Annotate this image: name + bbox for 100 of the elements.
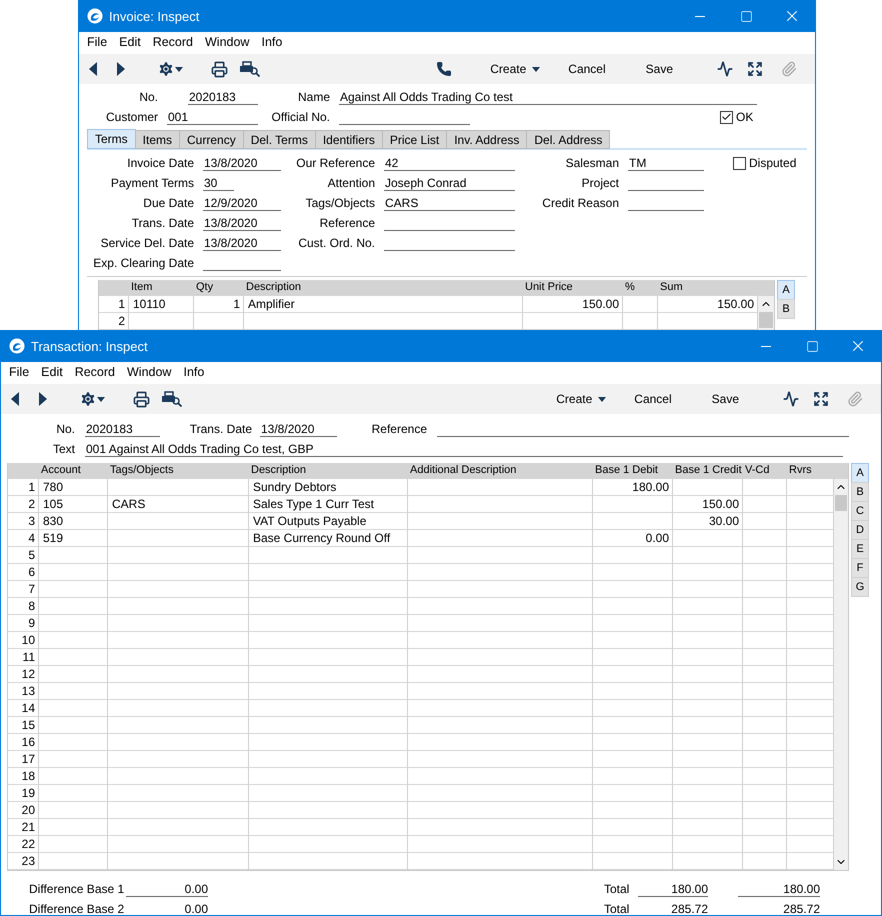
checkbox[interactable] — [733, 156, 746, 170]
menu-item[interactable]: Window — [199, 35, 256, 49]
input-field[interactable]: Against All Odds Trading Co test — [339, 90, 757, 104]
side-tab[interactable]: A — [851, 463, 869, 483]
menu-item[interactable]: File — [81, 35, 114, 49]
tab[interactable]: Identifiers — [314, 130, 383, 149]
expand-button[interactable] — [747, 61, 763, 77]
scroll-thumb[interactable] — [759, 312, 773, 328]
column-header[interactable]: Tags/Objects — [108, 463, 249, 479]
paperclip-button[interactable] — [847, 391, 863, 407]
input-field[interactable]: 0.00 — [126, 902, 208, 915]
side-tab[interactable]: C — [851, 501, 869, 521]
field-label: Invoice Date — [126, 156, 194, 170]
scroll-thumb[interactable] — [835, 495, 847, 511]
print-button[interactable] — [133, 390, 150, 408]
input-field[interactable]: 42 — [384, 156, 515, 170]
column-header[interactable]: Account — [39, 463, 108, 479]
tab[interactable]: Price List — [382, 130, 448, 149]
scrollbar[interactable] — [834, 479, 848, 870]
column-header[interactable]: Qty — [194, 280, 244, 296]
side-tab[interactable]: B — [851, 482, 869, 502]
input-field[interactable]: 13/8/2020 — [260, 422, 337, 436]
menu-item[interactable]: Edit — [113, 35, 147, 49]
checkbox-label: Disputed — [749, 156, 796, 170]
settings-button[interactable] — [79, 390, 105, 408]
print-button[interactable] — [211, 60, 228, 78]
menu-item[interactable]: Edit — [35, 365, 69, 379]
column-header[interactable]: Sum — [658, 280, 758, 296]
menu-item[interactable]: Record — [146, 35, 199, 49]
tab[interactable]: Terms — [87, 129, 136, 149]
input-field[interactable]: 0.00 — [126, 882, 208, 896]
input-field[interactable]: 180.00 — [638, 882, 708, 896]
input-field[interactable]: 13/8/2020 — [203, 236, 281, 250]
column-header[interactable]: Item — [129, 280, 194, 296]
create-button[interactable]: Create — [556, 392, 606, 406]
column-header[interactable]: Rvrs — [787, 463, 834, 479]
save-button[interactable]: Save — [646, 62, 673, 76]
tab[interactable]: Items — [134, 130, 180, 149]
forward-button[interactable] — [39, 392, 47, 406]
pulse-button[interactable] — [783, 391, 799, 407]
side-tab[interactable]: F — [851, 558, 869, 578]
row-number: 14 — [20, 700, 36, 717]
checkbox[interactable] — [720, 110, 733, 124]
input-field[interactable]: 13/8/2020 — [203, 216, 281, 230]
side-tab[interactable]: G — [851, 577, 869, 597]
back-button[interactable] — [11, 392, 19, 406]
tab[interactable]: Currency — [179, 130, 244, 149]
column-header[interactable]: Additional Description — [408, 463, 593, 479]
cancel-button[interactable]: Cancel — [634, 392, 672, 406]
column-header[interactable]: Base 1 Debit — [593, 463, 673, 479]
input-field[interactable]: 13/8/2020 — [203, 156, 281, 170]
input-field[interactable]: 001 Against All Odds Trading Co test, GBP — [85, 442, 843, 456]
menu-item[interactable]: Record — [68, 365, 121, 379]
column-header[interactable]: % — [623, 280, 658, 296]
menu-item[interactable]: File — [3, 365, 36, 379]
row-number: 2 — [117, 313, 126, 330]
input-field[interactable]: 180.00 — [738, 882, 820, 896]
menu-item[interactable]: Window — [121, 365, 178, 379]
save-button[interactable]: Save — [712, 392, 739, 406]
expand-button[interactable] — [813, 391, 829, 407]
paperclip-button[interactable] — [781, 61, 797, 77]
field-label: Name — [296, 90, 330, 104]
input-field[interactable]: 2020183 — [188, 90, 258, 104]
tab[interactable]: Del. Terms — [242, 130, 316, 149]
side-tab[interactable]: D — [851, 520, 869, 540]
input-field[interactable]: 30 — [203, 176, 234, 190]
input-field[interactable]: Joseph Conrad — [384, 176, 515, 190]
pulse-button[interactable] — [717, 61, 733, 77]
settings-button[interactable] — [157, 60, 183, 78]
tab[interactable]: Del. Address — [526, 130, 610, 149]
print-preview-button[interactable] — [162, 391, 182, 407]
cancel-button[interactable]: Cancel — [568, 62, 606, 76]
phone-button[interactable] — [436, 61, 452, 77]
scrollbar[interactable] — [758, 296, 774, 330]
menu-item[interactable]: Info — [177, 365, 210, 379]
input-field[interactable]: CARS — [384, 196, 515, 210]
input-field[interactable]: 001 — [167, 110, 258, 124]
column-header[interactable]: Base 1 Credit — [673, 463, 743, 479]
field-label: Total — [604, 882, 630, 896]
table-cell-text: 180.00 — [631, 479, 670, 496]
column-header[interactable]: V-Cd — [743, 463, 787, 479]
input-field[interactable]: 2020183 — [85, 422, 160, 436]
side-tab[interactable]: B — [777, 299, 795, 319]
forward-button[interactable] — [117, 62, 125, 76]
input-field[interactable]: TM — [628, 156, 704, 170]
side-tab[interactable]: A — [777, 280, 795, 300]
column-header[interactable]: Description — [249, 463, 408, 479]
input-field[interactable]: 285.72 — [638, 902, 708, 915]
input-field[interactable]: 12/9/2020 — [203, 196, 281, 210]
maximize-icon — [740, 10, 752, 22]
back-button[interactable] — [89, 62, 97, 76]
tab[interactable]: Inv. Address — [446, 130, 528, 149]
column-header[interactable]: Unit Price — [523, 280, 623, 296]
print-preview-button[interactable] — [240, 61, 260, 77]
menu-item[interactable]: Info — [255, 35, 288, 49]
input-field[interactable]: 285.72 — [738, 902, 820, 915]
side-tab[interactable]: E — [851, 539, 869, 559]
table-cell-text: CARS — [111, 496, 146, 513]
create-button[interactable]: Create — [490, 62, 540, 76]
column-header[interactable]: Description — [244, 280, 523, 296]
